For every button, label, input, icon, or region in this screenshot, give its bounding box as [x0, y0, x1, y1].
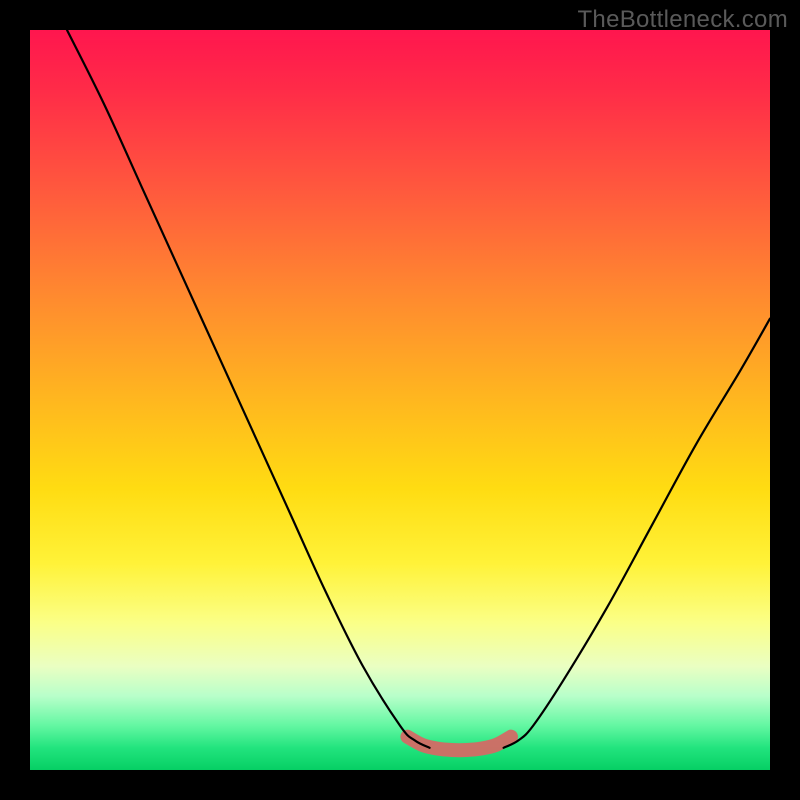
left-curve: [67, 30, 430, 748]
chart-svg: [30, 30, 770, 770]
right-curve: [504, 319, 770, 748]
chart-frame: TheBottleneck.com: [0, 0, 800, 800]
valley-highlight: [407, 737, 511, 751]
plot-area: [30, 30, 770, 770]
watermark-label: TheBottleneck.com: [577, 6, 788, 34]
